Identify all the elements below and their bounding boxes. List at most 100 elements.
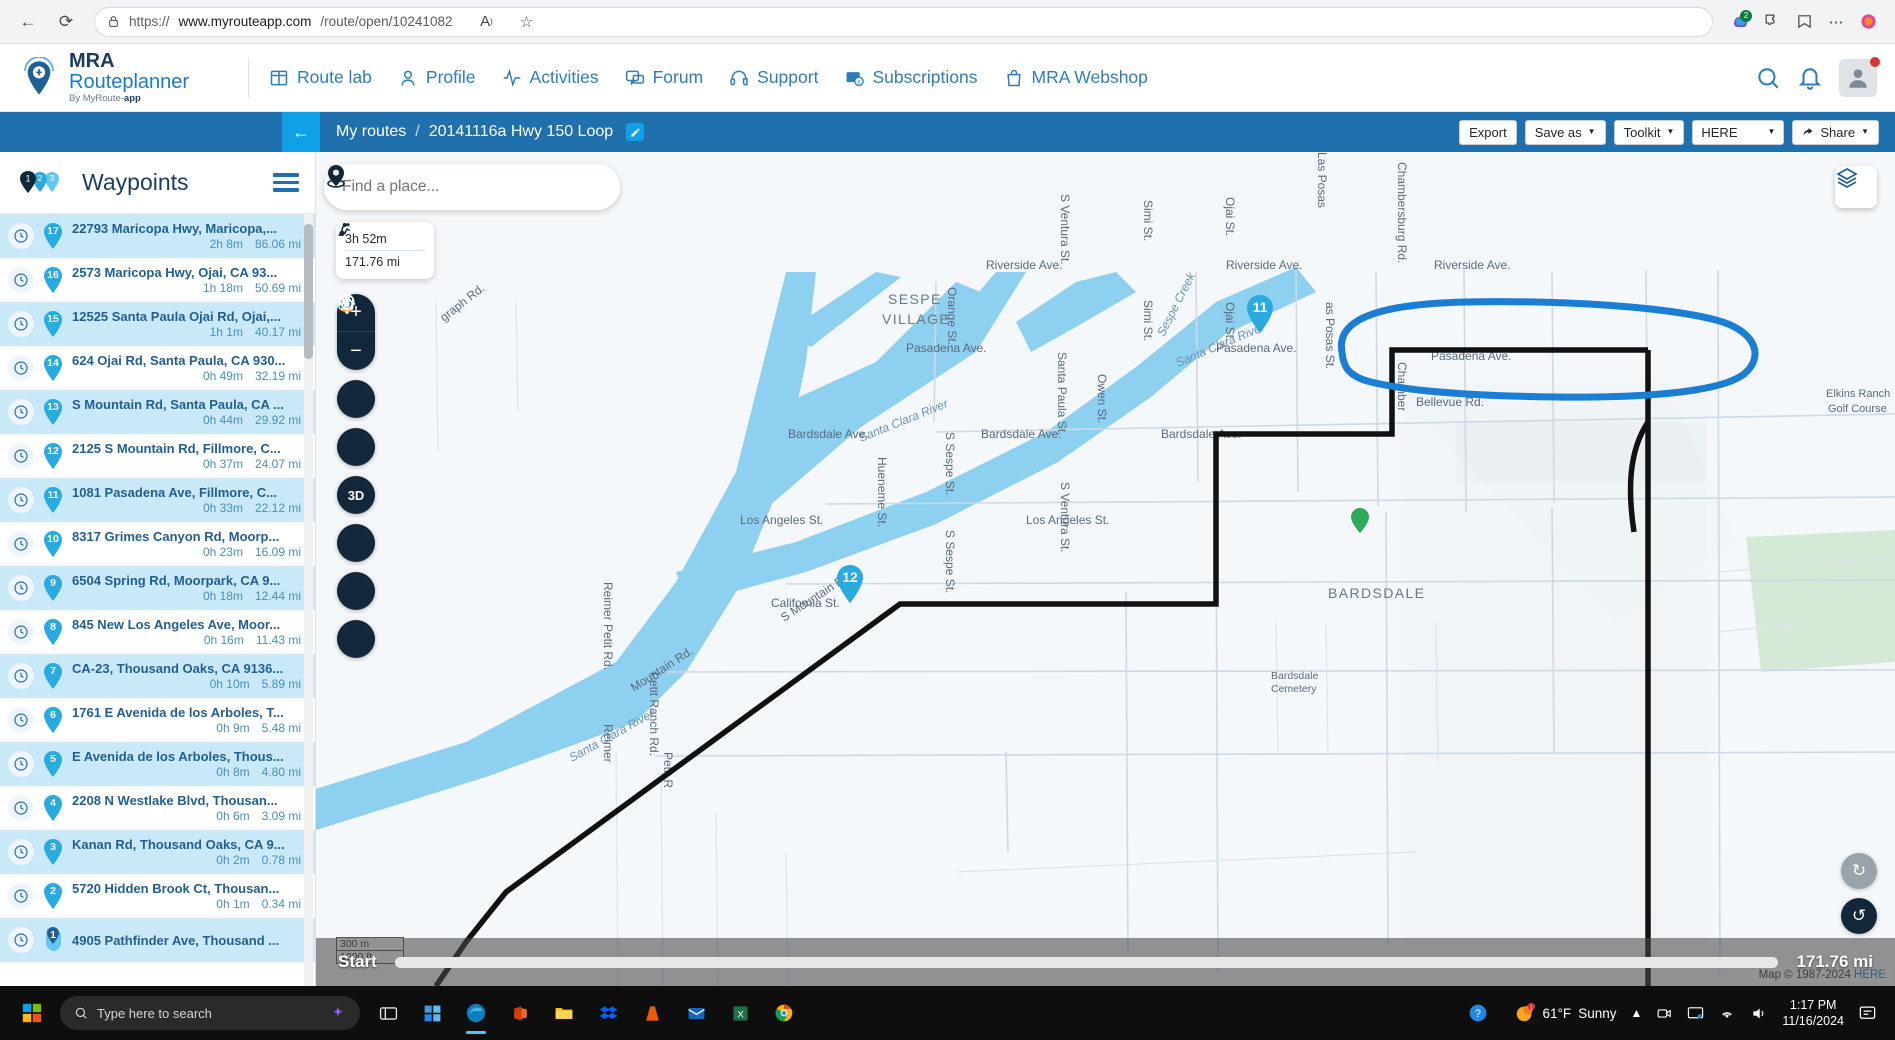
waypoint-pin-icon[interactable]: 14 (42, 354, 64, 382)
excel-icon[interactable]: X (718, 991, 762, 1035)
waypoint-time-icon[interactable] (8, 267, 34, 293)
export-button[interactable]: Export (1459, 119, 1517, 145)
waypoint-time-icon[interactable] (8, 443, 34, 469)
more-options-icon[interactable]: ⋯ (1821, 7, 1851, 37)
waypoint-pin-icon[interactable]: 17 (42, 222, 64, 250)
volume-icon[interactable] (1750, 1005, 1768, 1022)
hamburger-menu-icon[interactable] (273, 173, 299, 192)
map-provider-select[interactable]: HERE ▼ (1692, 119, 1785, 145)
notifications-icon[interactable] (1858, 1004, 1877, 1023)
waypoint-row-5[interactable]: 5 E Avenida de los Arboles, Thous... 0h 8m… (0, 742, 315, 786)
waypoint-row-1[interactable]: 1 4905 Pathfinder Ave, Thousand ... (0, 918, 315, 962)
office-icon[interactable] (498, 991, 542, 1035)
task-view-icon[interactable] (366, 991, 410, 1035)
waypoint-pin-icon[interactable]: 10 (42, 530, 64, 558)
waypoint-time-icon[interactable] (8, 531, 34, 557)
taskbar-clock[interactable]: 1:17 PM 11/16/2024 (1782, 997, 1844, 1030)
avatar[interactable] (1839, 56, 1880, 97)
app-logo[interactable]: MRA Routeplanner By MyRoute-app (18, 51, 228, 104)
waypoint-time-icon[interactable] (8, 707, 34, 733)
waypoint-time-icon[interactable] (8, 311, 34, 337)
nav-support[interactable]: Support (729, 67, 818, 88)
weather-widget[interactable]: 1 61°F Sunny (1514, 1002, 1616, 1024)
progress-slider[interactable] (394, 956, 1779, 968)
elevation-button[interactable] (337, 296, 375, 610)
waypoint-row-10[interactable]: 10 8317 Grimes Canyon Rd, Moorp... 0h 23m 1… (0, 522, 315, 566)
show-hidden-icons-icon[interactable]: ▲ (1630, 1006, 1642, 1020)
chrome-icon[interactable] (762, 991, 806, 1035)
waypoint-time-icon[interactable] (8, 355, 34, 381)
breadcrumb-my-routes[interactable]: My routes (336, 123, 406, 141)
three-d-button[interactable]: 3D (337, 476, 375, 514)
search-input[interactable] (342, 178, 602, 196)
waypoint-row-4[interactable]: 4 2208 N Westlake Blvd, Thousan... 0h 6m 3.… (0, 786, 315, 830)
waypoint-time-icon[interactable] (8, 795, 34, 821)
map-pin-12[interactable]: 12 (835, 564, 865, 604)
waypoint-time-icon[interactable] (8, 619, 34, 645)
vlc-icon[interactable] (630, 991, 674, 1035)
nav-profile[interactable]: Profile (398, 67, 476, 88)
address-bar[interactable]: https:// www.myrouteapp.com/route/open/10… (94, 6, 1713, 37)
waypoint-time-icon[interactable] (8, 751, 34, 777)
browser-back-button[interactable]: ← (12, 6, 44, 38)
waypoint-row-9[interactable]: 9 6504 Spring Rd, Moorpark, CA 9... 0h 18m… (0, 566, 315, 610)
waypoint-row-2[interactable]: 2 5720 Hidden Brook Ct, Thousan... 0h 1m 0.… (0, 874, 315, 918)
nav-route-lab[interactable]: Route lab (269, 67, 372, 88)
redo-button[interactable]: ↻ (1841, 853, 1877, 889)
waypoint-row-14[interactable]: 14 624 Ojai Rd, Santa Paula, CA 930... 0h … (0, 346, 315, 390)
lock-map-button[interactable] (337, 295, 375, 466)
waypoint-pin-icon[interactable]: 5 (42, 750, 64, 778)
nav-subscriptions[interactable]: € Subscriptions (844, 67, 978, 88)
nav-mra-webshop[interactable]: MRA Webshop (1004, 67, 1148, 88)
waypoint-row-12[interactable]: 12 2125 S Mountain Rd, Fillmore, C... 0h 3… (0, 434, 315, 478)
waypoint-row-11[interactable]: 11 1081 Pasadena Ave, Fillmore, C... 0h 33… (0, 478, 315, 522)
street-view-button[interactable] (337, 297, 375, 562)
add-waypoint-button[interactable] (337, 294, 375, 418)
map-layers-button[interactable] (1835, 166, 1877, 208)
display-icon[interactable] (1687, 1005, 1704, 1022)
dropbox-icon[interactable] (586, 991, 630, 1035)
windows-start-icon[interactable] (10, 991, 54, 1035)
read-aloud-icon[interactable]: A) (471, 7, 501, 37)
waypoint-time-icon[interactable] (8, 927, 34, 953)
waypoint-pin-icon[interactable]: 9 (42, 574, 64, 602)
waypoint-pin-icon[interactable]: 6 (42, 706, 64, 734)
widgets-icon[interactable] (410, 991, 454, 1035)
toolkit-button[interactable]: Toolkit ▼ (1613, 119, 1685, 145)
undo-button[interactable]: ↺ (1841, 898, 1877, 934)
waypoint-row-13[interactable]: 13 S Mountain Rd, Santa Paula, CA ... 0h 4… (0, 390, 315, 434)
waypoint-pin-icon[interactable]: 11 (42, 486, 64, 514)
waypoint-pin-icon[interactable]: 15 (42, 310, 64, 338)
zoom-out-button[interactable]: − (337, 332, 375, 370)
wifi-icon[interactable] (1718, 1005, 1736, 1022)
waypoint-row-17[interactable]: 17 22793 Maricopa Hwy, Maricopa,... 2h 8m 8… (0, 214, 315, 258)
save-as-button[interactable]: Save as ▼ (1524, 119, 1606, 145)
search-icon[interactable] (1755, 65, 1781, 91)
browser-reload-button[interactable]: ⟳ (50, 6, 82, 38)
waypoints-list[interactable]: 17 22793 Maricopa Hwy, Maricopa,... 2h 8m 8… (0, 214, 315, 986)
edge-icon[interactable] (454, 991, 498, 1035)
waypoint-row-3[interactable]: 3 Kanan Rd, Thousand Oaks, CA 9... 0h 2m 0.… (0, 830, 315, 874)
waypoint-pin-icon[interactable]: 2 (42, 882, 64, 910)
waypoint-row-8[interactable]: 8 845 New Los Angeles Ave, Moor... 0h 16m 1… (0, 610, 315, 654)
nav-forum[interactable]: Forum (625, 67, 703, 88)
waypoint-pin-icon[interactable]: 7 (42, 662, 64, 690)
nav-activities[interactable]: Activities (502, 67, 599, 88)
help-icon[interactable]: ? (1456, 991, 1500, 1035)
waypoint-time-icon[interactable] (8, 839, 34, 865)
map-pin-11[interactable]: 11 (1245, 294, 1275, 334)
waypoint-pin-icon[interactable]: 12 (42, 442, 64, 470)
route-back-button[interactable]: ← (282, 112, 320, 152)
waypoint-pin-icon[interactable]: 16 (42, 266, 64, 294)
waypoint-pin-icon[interactable]: 4 (42, 794, 64, 822)
waypoint-time-icon[interactable] (8, 575, 34, 601)
waypoint-pin-icon[interactable]: 1 (42, 926, 64, 954)
find-a-place-box[interactable] (324, 164, 620, 210)
taskbar-search[interactable]: Type here to search (60, 996, 360, 1030)
file-explorer-icon[interactable] (542, 991, 586, 1035)
waypoint-pin-icon[interactable]: 8 (42, 618, 64, 646)
favorites-bar-icon[interactable] (1789, 7, 1819, 37)
notification-bell-icon[interactable] (1797, 65, 1823, 91)
waypoint-time-icon[interactable] (8, 399, 34, 425)
share-button[interactable]: Share ▼ (1792, 119, 1879, 145)
